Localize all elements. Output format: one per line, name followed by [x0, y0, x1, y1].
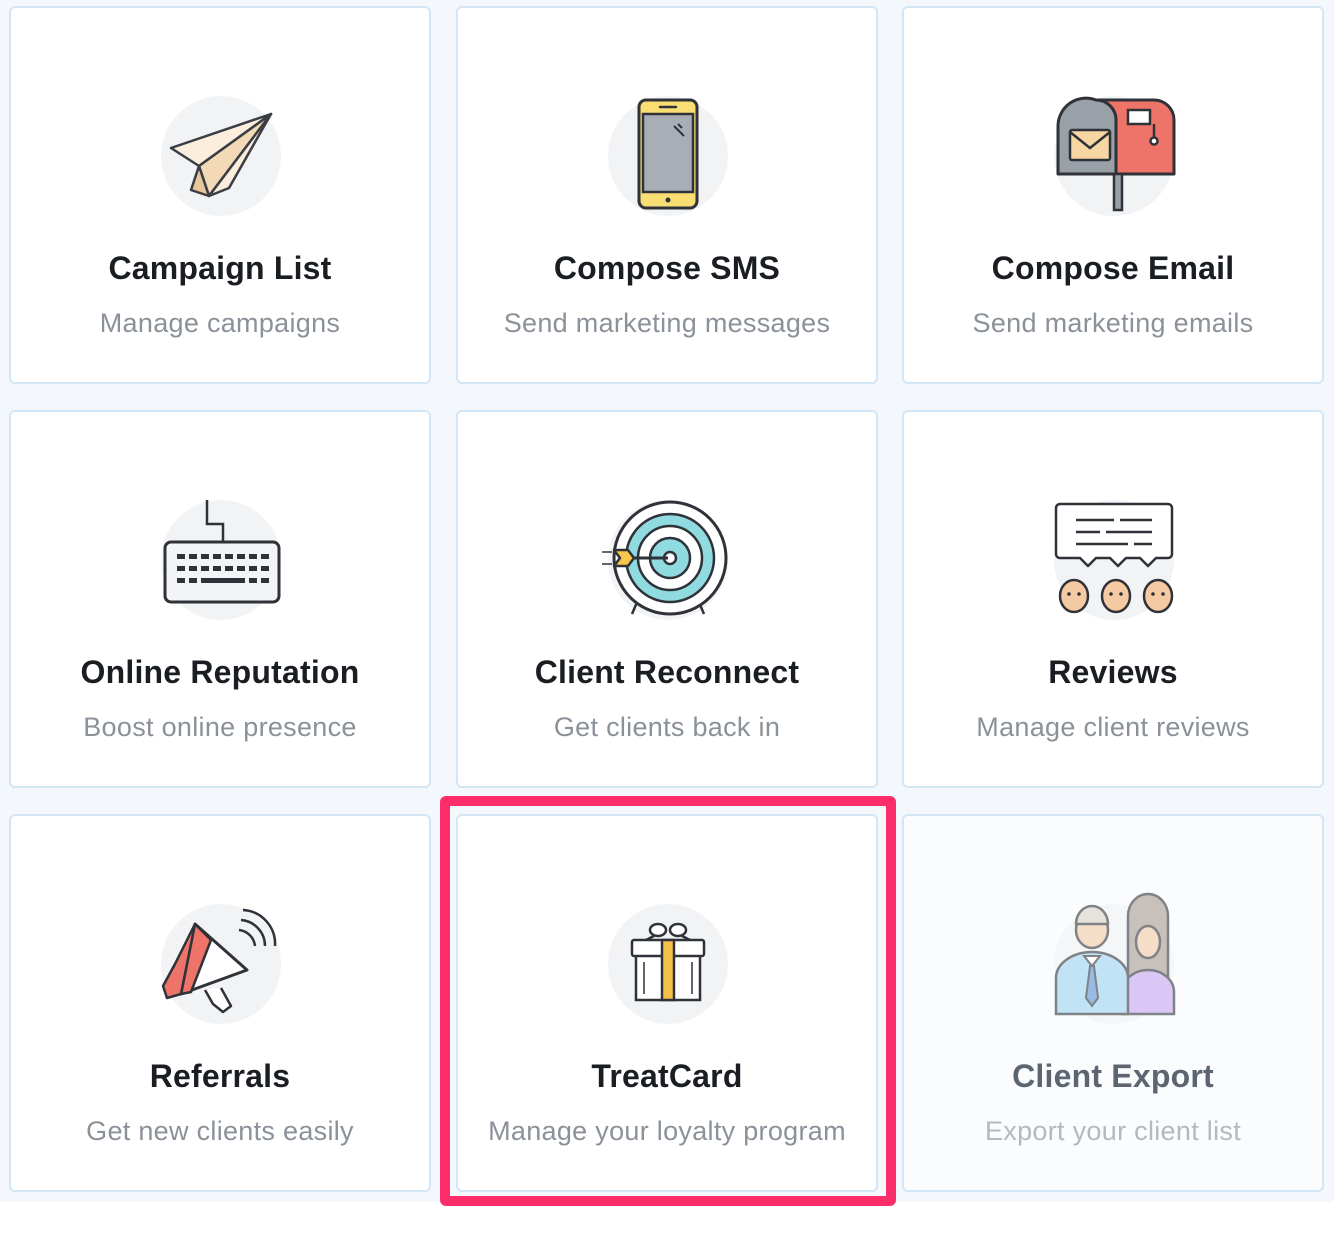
keyboard-icon — [161, 500, 281, 620]
card-subtitle: Manage your loyalty program — [488, 1116, 846, 1146]
megaphone-icon — [161, 904, 281, 1024]
mailbox-icon — [1054, 96, 1176, 216]
card-client-export[interactable]: Client Export Export your client list — [902, 814, 1324, 1192]
card-subtitle: Get clients back in — [553, 712, 781, 742]
reviews-chat-icon — [1054, 500, 1174, 620]
card-subtitle: Boost online presence — [83, 712, 357, 742]
card-compose-sms[interactable]: Compose SMS Send marketing messages — [456, 6, 878, 384]
target-icon — [602, 500, 728, 620]
card-title: Online Reputation — [80, 654, 360, 690]
card-subtitle: Export your client list — [985, 1116, 1241, 1146]
card-client-reconnect[interactable]: Client Reconnect Get clients back in — [456, 410, 878, 788]
paper-plane-icon — [161, 96, 281, 216]
card-title: Campaign List — [108, 250, 332, 286]
card-referrals[interactable]: Referrals Get new clients easily — [9, 814, 431, 1192]
card-subtitle: Get new clients easily — [86, 1116, 354, 1146]
card-title: Reviews — [1048, 654, 1178, 690]
card-online-reputation[interactable]: Online Reputation Boost online presence — [9, 410, 431, 788]
card-title: Client Reconnect — [534, 654, 800, 690]
card-subtitle: Send marketing emails — [972, 308, 1254, 338]
card-reviews[interactable]: Reviews Manage client reviews — [902, 410, 1324, 788]
gift-icon — [608, 904, 728, 1024]
people-icon — [1054, 892, 1176, 1024]
card-compose-email[interactable]: Compose Email Send marketing emails — [902, 6, 1324, 384]
card-campaign-list[interactable]: Campaign List Manage campaigns — [9, 6, 431, 384]
smartphone-icon — [608, 96, 728, 216]
card-title: Client Export — [1012, 1058, 1214, 1094]
card-subtitle: Manage campaigns — [99, 308, 341, 338]
card-title: Compose Email — [991, 250, 1235, 286]
card-subtitle: Manage client reviews — [976, 712, 1250, 742]
card-title: Compose SMS — [553, 250, 781, 286]
card-treatcard[interactable]: TreatCard Manage your loyalty program — [456, 814, 878, 1192]
card-title: Referrals — [149, 1058, 291, 1094]
card-title: TreatCard — [591, 1058, 743, 1094]
card-subtitle: Send marketing messages — [503, 308, 831, 338]
